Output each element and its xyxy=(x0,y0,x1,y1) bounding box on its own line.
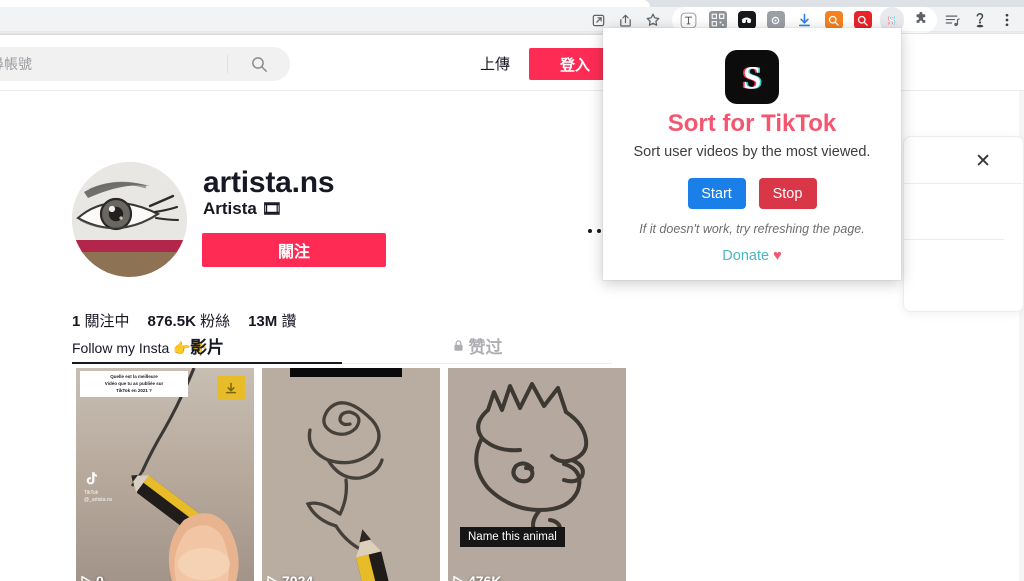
video-caption-overlay: Quelle est la meilleure Vidéo que tu as … xyxy=(80,371,188,398)
video-view-count-value: 7024 xyxy=(282,573,314,581)
video-view-count-value: 0 xyxy=(96,573,104,581)
follow-button[interactable]: 關注 xyxy=(202,233,386,267)
extensions-puzzle-icon[interactable] xyxy=(906,7,935,33)
video-grid: Quelle est la meilleure Vidéo que tu as … xyxy=(76,368,626,581)
more-options-button[interactable] xyxy=(588,229,601,233)
play-icon xyxy=(266,575,278,581)
video-caption-line-2: Vidéo que tu as publiée sur xyxy=(104,380,164,386)
video-black-bar-overlay xyxy=(290,368,402,377)
avatar-image xyxy=(72,162,187,277)
video-view-count: 0 xyxy=(80,573,104,581)
search-box[interactable]: 尋帳號 xyxy=(0,47,290,81)
search-icon[interactable] xyxy=(228,55,290,74)
video-thumbnail xyxy=(262,368,440,581)
donate-link[interactable]: Donate ♥ xyxy=(603,248,901,264)
tab-liked[interactable]: 赞过 xyxy=(342,328,612,363)
play-icon xyxy=(452,575,464,581)
profile-tabs: 影片 赞过 xyxy=(72,328,612,364)
video-caption-line-3: TikTok en 2021 ? xyxy=(82,388,186,395)
tab-videos[interactable]: 影片 xyxy=(72,328,342,364)
video-tile[interactable]: Name this animal 476K xyxy=(448,368,626,581)
heart-icon: ♥ xyxy=(773,248,782,264)
close-icon[interactable]: ✕ xyxy=(975,152,991,171)
tab-strip-edge xyxy=(0,0,1024,7)
start-button[interactable]: Start xyxy=(687,178,746,209)
popup-hint-note: If it doesn't work, try refreshing the p… xyxy=(639,222,865,236)
watermark-line-2: @_artista.ns xyxy=(84,496,113,503)
popup-title: Sort for TikTok xyxy=(667,110,837,137)
extension-popup: S S S Sort for TikTok Sort user videos b… xyxy=(603,28,901,280)
video-tile[interactable]: 7024 xyxy=(262,368,440,581)
screenshot-root: S S S 帳號 上傳 登入 artista.ns Artista 🎞 關注 1… xyxy=(0,0,1024,581)
profile-display-name: Artista 🎞 xyxy=(203,199,282,219)
video-view-count: 7024 xyxy=(266,573,313,581)
popup-action-buttons: Start Stop xyxy=(603,178,901,209)
display-name-text: Artista xyxy=(203,199,257,218)
video-text-overlay: Name this animal xyxy=(460,527,565,547)
dialog-divider xyxy=(904,183,1024,184)
watermark-line-1: TikTok xyxy=(84,489,99,496)
chrome-menu-icon[interactable] xyxy=(993,7,1020,33)
popup-subtitle: Sort user videos by the most viewed. xyxy=(633,144,871,160)
tiktok-watermark: TikTok @_artista.ns xyxy=(84,472,112,503)
upload-button[interactable]: 上傳 xyxy=(480,53,510,74)
play-icon xyxy=(80,575,92,581)
tab-liked-label: 赞过 xyxy=(468,338,503,357)
svg-text:S: S xyxy=(743,61,761,97)
stop-button[interactable]: Stop xyxy=(758,178,817,209)
video-view-count-value: 476K xyxy=(468,573,502,581)
avatar[interactable] xyxy=(72,162,187,277)
video-tile[interactable]: Quelle est la meilleure Vidéo que tu as … xyxy=(76,368,254,581)
video-caption-line-1: Quelle est la meilleure xyxy=(110,374,158,379)
background-dialog: ✕ xyxy=(903,136,1024,312)
video-view-count: 476K xyxy=(452,573,501,581)
reading-list-icon[interactable] xyxy=(939,7,966,33)
tiktok-note-icon xyxy=(86,472,97,485)
svg-text:S: S xyxy=(888,12,895,27)
dialog-divider xyxy=(904,239,1004,240)
lock-icon xyxy=(452,339,465,352)
profile-avatar-icon[interactable] xyxy=(966,7,993,33)
search-input[interactable]: 尋帳號 xyxy=(0,54,227,74)
sort-for-tiktok-logo-icon: S S S xyxy=(725,50,779,104)
video-caption-line-3-text: TikTok en 2021 ? xyxy=(116,387,152,393)
video-thumbnail xyxy=(448,368,626,581)
film-reel-emoji-icon: 🎞 xyxy=(261,201,283,218)
tab-videos-label: 影片 xyxy=(190,338,224,357)
profile-username: artista.ns xyxy=(203,166,335,199)
download-badge-icon[interactable] xyxy=(217,376,245,400)
donate-label: Donate xyxy=(722,248,770,264)
